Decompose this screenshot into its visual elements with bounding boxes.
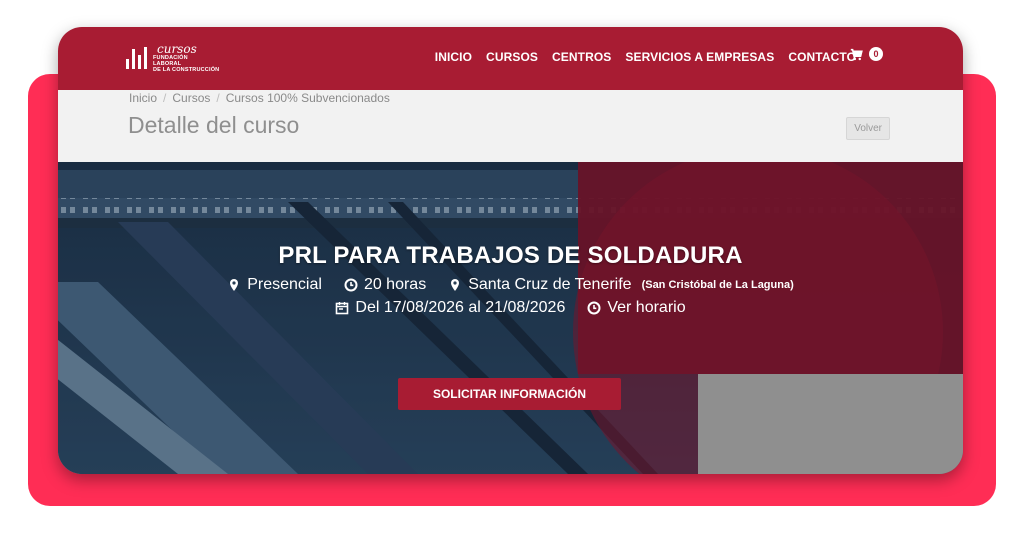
breadcrumb-current: Cursos 100% Subvencionados <box>225 91 390 105</box>
nav-contacto[interactable]: CONTACTO <box>788 50 856 64</box>
map-marker-icon <box>230 279 239 291</box>
calendar-icon <box>336 302 349 315</box>
clock-icon <box>587 301 601 315</box>
schedule-link-text[interactable]: Ver horario <box>607 299 685 317</box>
browser-frame: cursos FUNDACIÓN LABORAL DE LA CONSTRUCC… <box>58 27 963 474</box>
duration-text: 20 horas <box>363 276 427 293</box>
hero-background-image <box>58 162 963 474</box>
schedule-link[interactable]: Ver horario <box>587 299 686 317</box>
main-nav: INICIO CURSOS CENTROS SERVICIOS A EMPRES… <box>435 27 856 87</box>
page-title: Detalle del curso <box>128 112 300 138</box>
nav-centros[interactable]: CENTROS <box>552 50 611 64</box>
nav-cursos[interactable]: CURSOS <box>486 50 538 64</box>
page-header: Inicio / Cursos / Cursos 100% Subvencion… <box>58 90 963 162</box>
course-title: PRL PARA TRABAJOS DE SOLDADURA <box>278 242 743 269</box>
breadcrumb-separator: / <box>216 91 220 105</box>
logo-line-3: DE LA CONSTRUCCIÓN <box>153 67 220 73</box>
breadcrumb-cursos[interactable]: Cursos <box>172 91 210 105</box>
breadcrumb-inicio[interactable]: Inicio <box>129 91 157 105</box>
logo-bars-icon <box>126 47 147 69</box>
request-info-button[interactable]: SOLICITAR INFORMACIÓN <box>398 378 621 410</box>
dates: Del 17/08/2026 al 21/08/2026 <box>335 299 565 317</box>
location: Santa Cruz de Tenerife (San Cristóbal de… <box>448 276 794 294</box>
map-marker-icon <box>451 279 460 291</box>
modality-text: Presencial <box>247 276 322 293</box>
back-button[interactable]: Volver <box>846 117 890 140</box>
course-hero: PRL PARA TRABAJOS DE SOLDADURA Presencia… <box>58 162 963 474</box>
nav-servicios-empresas[interactable]: SERVICIOS A EMPRESAS <box>625 50 774 64</box>
top-navbar: cursos FUNDACIÓN LABORAL DE LA CONSTRUCC… <box>58 27 963 90</box>
location-text: Santa Cruz de Tenerife <box>468 276 632 293</box>
course-summary: PRL PARA TRABAJOS DE SOLDADURA Presencia… <box>58 242 963 317</box>
brand-logo[interactable]: cursos FUNDACIÓN LABORAL DE LA CONSTRUCC… <box>126 39 219 77</box>
sublocation-text: (San Cristóbal de La Laguna) <box>641 279 794 291</box>
cart-count-badge: 0 <box>869 47 883 61</box>
clock-icon <box>344 278 358 292</box>
modality: Presencial <box>227 276 322 294</box>
breadcrumb-separator: / <box>163 91 167 105</box>
dates-text: Del 17/08/2026 al 21/08/2026 <box>355 299 566 316</box>
logo-script: cursos <box>157 42 197 56</box>
course-meta-row-1: Presencial 20 horas Santa Cruz de Teneri… <box>58 276 963 294</box>
logo-text: cursos FUNDACIÓN LABORAL DE LA CONSTRUCC… <box>153 43 219 73</box>
cart-button[interactable]: 0 <box>850 47 883 61</box>
course-meta-row-2: Del 17/08/2026 al 21/08/2026 Ver horario <box>58 299 963 317</box>
breadcrumb: Inicio / Cursos / Cursos 100% Subvencion… <box>129 91 390 105</box>
duration: 20 horas <box>344 276 426 294</box>
nav-inicio[interactable]: INICIO <box>435 50 472 64</box>
shopping-cart-icon <box>850 48 863 60</box>
